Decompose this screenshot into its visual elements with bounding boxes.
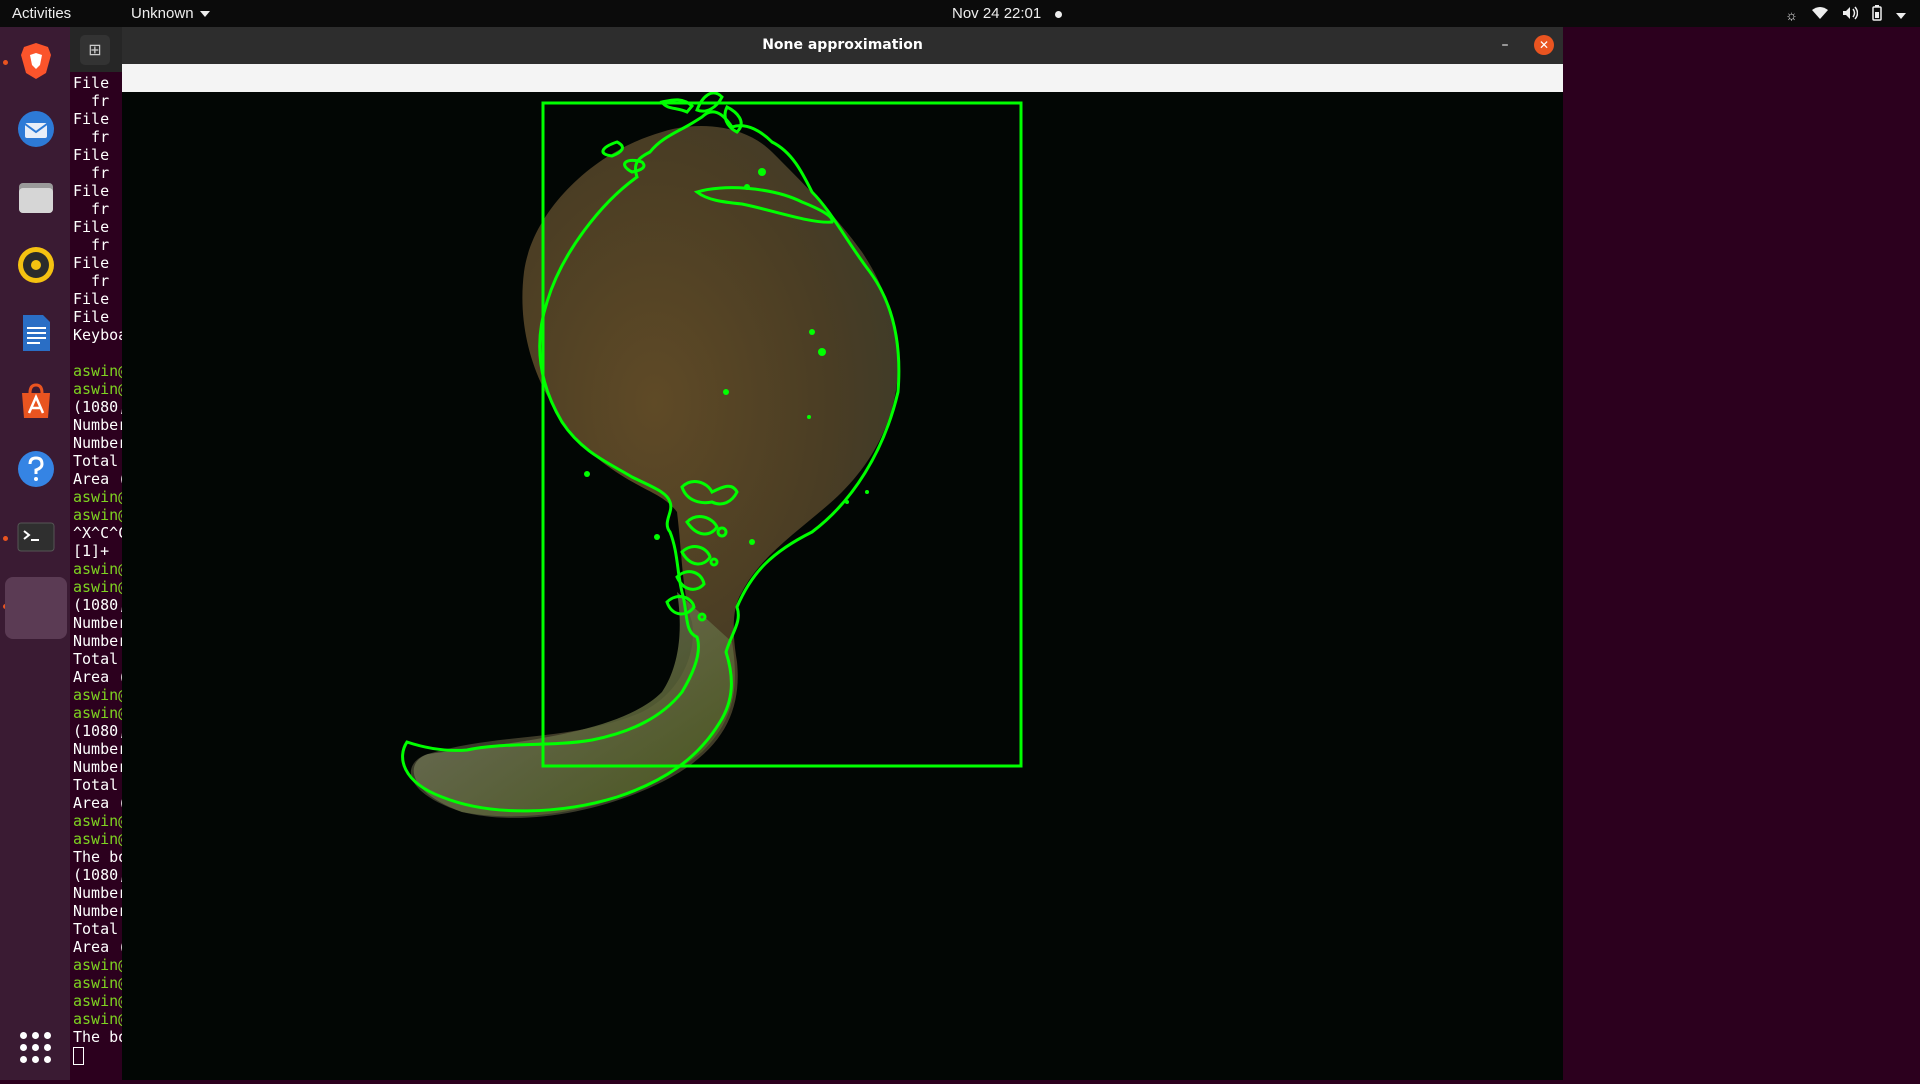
dock-rhythmbox[interactable] bbox=[8, 237, 64, 293]
image-canvas[interactable] bbox=[122, 91, 1563, 1080]
system-tray[interactable]: ☼ bbox=[1785, 5, 1906, 24]
terminal-line: The bo bbox=[73, 848, 128, 866]
dock-libreoffice-writer[interactable] bbox=[8, 305, 64, 361]
dock-files[interactable] bbox=[8, 169, 64, 225]
window-title: None approximation bbox=[122, 27, 1563, 64]
terminal-line: Total bbox=[73, 920, 128, 938]
terminal-line: fr bbox=[73, 236, 110, 254]
terminal-line: aswin@ bbox=[73, 380, 128, 398]
dock-brave-browser[interactable] bbox=[8, 33, 64, 89]
terminal-line: File bbox=[73, 290, 110, 308]
terminal-line: fr bbox=[73, 164, 110, 182]
terminal-line: aswin@ bbox=[73, 830, 128, 848]
terminal-line: aswin@ bbox=[73, 686, 128, 704]
terminal-line: aswin@ bbox=[73, 812, 128, 830]
dock bbox=[0, 27, 70, 1080]
terminal-line: Number bbox=[73, 632, 128, 650]
terminal-line: Number bbox=[73, 884, 128, 902]
terminal-cursor bbox=[73, 1046, 84, 1065]
terminal-line: Number bbox=[73, 758, 128, 776]
terminal-line: aswin@ bbox=[73, 992, 128, 1010]
terminal-line: Area ( bbox=[73, 470, 128, 488]
writer-icon bbox=[23, 315, 50, 351]
terminal-line: [1]+ bbox=[73, 542, 128, 560]
close-button[interactable]: ✕ bbox=[1534, 35, 1554, 55]
terminal-line: aswin@ bbox=[73, 956, 128, 974]
menu-caret-icon bbox=[1896, 7, 1906, 23]
battery-icon bbox=[1872, 5, 1882, 24]
terminal-line: aswin@ bbox=[73, 974, 128, 992]
terminal-line: Number bbox=[73, 434, 128, 452]
dock-help[interactable] bbox=[8, 441, 64, 497]
notification-dot-icon bbox=[1055, 10, 1063, 18]
app-menu-label: Unknown bbox=[131, 5, 194, 22]
rhythmbox-icon bbox=[18, 247, 54, 283]
clock[interactable]: Nov 24 22:01 bbox=[952, 5, 1063, 22]
terminal-line: File bbox=[73, 74, 110, 92]
terminal-line: aswin@ bbox=[73, 488, 128, 506]
terminal-line: ^X^C^C bbox=[73, 524, 128, 542]
terminal-line: File bbox=[73, 146, 110, 164]
terminal-line: aswin@ bbox=[73, 1010, 128, 1028]
opencv-window[interactable]: None approximation – ✕ bbox=[122, 27, 1563, 1080]
terminal-line: Number bbox=[73, 740, 128, 758]
help-icon bbox=[18, 451, 54, 487]
terminal-output[interactable]: File fr File fr File fr File fr File fr File … bbox=[73, 74, 127, 1065]
dock-python-window[interactable] bbox=[5, 577, 67, 639]
files-icon bbox=[19, 183, 53, 213]
dock-thunderbird[interactable] bbox=[8, 101, 64, 157]
contour-image bbox=[401, 91, 1023, 818]
terminal-line: The bo bbox=[73, 1028, 128, 1046]
terminal-line: Area ( bbox=[73, 794, 128, 812]
new-tab-icon[interactable]: ⊞ bbox=[80, 35, 110, 65]
terminal-line: (1080, bbox=[73, 596, 128, 614]
chevron-down-icon bbox=[199, 11, 210, 18]
terminal-line: fr bbox=[73, 128, 110, 146]
terminal-line: fr bbox=[73, 200, 110, 218]
terminal-icon bbox=[17, 522, 55, 552]
activities-button[interactable]: Activities bbox=[12, 5, 71, 22]
terminal-line: Total bbox=[73, 452, 128, 470]
dock-terminal[interactable] bbox=[8, 509, 64, 565]
dock-ubuntu-software[interactable] bbox=[8, 373, 64, 429]
terminal-line: File bbox=[73, 254, 110, 272]
top-bar: Activities Unknown Nov 24 22:01 ☼ bbox=[0, 0, 1920, 27]
terminal-line: Number bbox=[73, 902, 128, 920]
terminal-line: fr bbox=[73, 272, 110, 290]
terminal-line: aswin@ bbox=[73, 704, 128, 722]
brave-browser-icon bbox=[21, 43, 51, 79]
terminal-line: File bbox=[73, 308, 110, 326]
terminal-line: Keyboa bbox=[73, 326, 128, 344]
terminal-line: Total bbox=[73, 776, 128, 794]
terminal-line: Area ( bbox=[73, 938, 128, 956]
clock-label: Nov 24 22:01 bbox=[952, 5, 1042, 22]
wifi-icon bbox=[1812, 6, 1828, 23]
terminal-line: fr bbox=[73, 92, 110, 110]
terminal-line: Number bbox=[73, 614, 128, 632]
terminal-line: Number bbox=[73, 416, 128, 434]
terminal-line: File bbox=[73, 218, 110, 236]
window-toolbar bbox=[122, 64, 1563, 92]
terminal-line: aswin@ bbox=[73, 578, 128, 596]
terminal-line: (1080, bbox=[73, 866, 128, 884]
terminal-line: (1080, bbox=[73, 398, 128, 416]
show-applications-icon[interactable] bbox=[20, 1032, 52, 1064]
terminal-line: Area ( bbox=[73, 668, 128, 686]
thunderbird-icon bbox=[18, 111, 54, 147]
app-menu[interactable]: Unknown bbox=[131, 5, 210, 22]
terminal-line: Total bbox=[73, 650, 128, 668]
terminal-line: aswin@ bbox=[73, 506, 128, 524]
terminal-line: aswin@ bbox=[73, 560, 128, 578]
brightness-icon: ☼ bbox=[1785, 6, 1798, 23]
terminal-line: File bbox=[73, 110, 110, 128]
terminal-line: (1080, bbox=[73, 722, 128, 740]
terminal-prompt-line bbox=[73, 1046, 127, 1065]
minimize-button[interactable]: – bbox=[1495, 35, 1515, 55]
terminal-line: aswin@ bbox=[73, 362, 128, 380]
terminal-line: File bbox=[73, 182, 110, 200]
software-store-icon bbox=[22, 383, 50, 418]
volume-icon bbox=[1842, 6, 1859, 23]
